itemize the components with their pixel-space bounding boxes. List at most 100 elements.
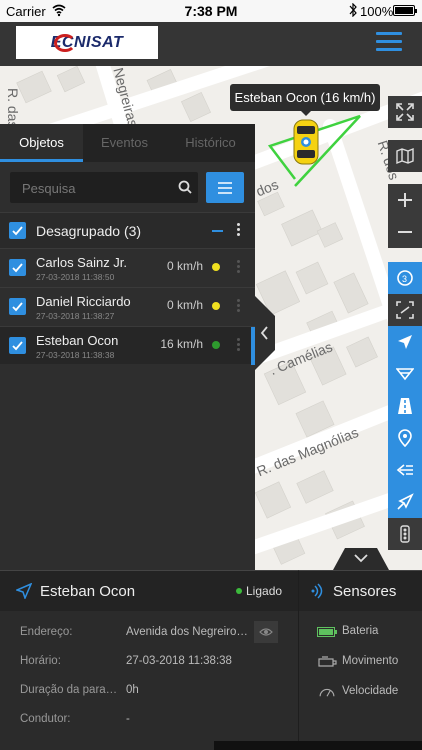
details-title: Esteban Ocon: [40, 583, 136, 600]
object-row-selected[interactable]: Esteban Ocon 27-03-2018 11:38:38 16 km/h: [0, 326, 255, 365]
list-icon: [218, 181, 232, 194]
tab-historico[interactable]: Histórico: [166, 124, 255, 162]
detail-label: Condutor:: [20, 713, 71, 725]
online-dot: [236, 588, 242, 594]
zoom-out-icon: [398, 231, 412, 233]
toggle-details-button[interactable]: [333, 548, 389, 570]
road-button[interactable]: [388, 390, 422, 422]
menu-button[interactable]: [376, 32, 402, 56]
object-name: Daniel Ricciardo: [36, 294, 131, 309]
fit-screen-icon: [396, 301, 414, 319]
sensor-row-speed: Velocidade: [299, 677, 422, 707]
detail-value: Avenida dos Negreiros...: [126, 626, 250, 638]
detail-label: Endereço:: [20, 626, 73, 638]
detail-row-stop-duration: Duração da parada: 0h: [0, 676, 298, 705]
objects-panel: Objetos Eventos Histórico Desagrupado (3…: [0, 124, 255, 570]
bottom-edge-bar: [214, 741, 422, 750]
fullscreen-icon: [396, 103, 414, 121]
object-more-icon[interactable]: [237, 260, 241, 276]
speed-icon: 3: [397, 270, 413, 286]
object-row[interactable]: Daniel Ricciardo 27-03-2018 11:38:27 0 k…: [0, 287, 255, 325]
fullscreen-button[interactable]: [388, 96, 422, 128]
sensor-row-battery: Bateria: [299, 617, 422, 647]
object-name: Carlos Sainz Jr.: [36, 255, 128, 270]
zoom-in-icon: [398, 193, 412, 207]
status-bar: Carrier 7:38 PM 100%: [0, 0, 422, 22]
object-date: 27-03-2018 11:38:27: [36, 311, 115, 321]
speed-button[interactable]: 3: [388, 262, 422, 294]
group-label: Desagrupado (3): [36, 223, 142, 239]
detail-row-time: Horário: 27-03-2018 11:38:38: [0, 647, 298, 676]
check-icon: [12, 226, 23, 236]
status-dot: [212, 263, 220, 271]
bluetooth-icon: [349, 3, 357, 17]
direction-button[interactable]: [388, 486, 422, 518]
check-icon: [12, 263, 23, 273]
navigate-button[interactable]: [388, 326, 422, 358]
sensor-label: Movimento: [342, 655, 399, 667]
route-button[interactable]: [388, 358, 422, 390]
eye-icon: [259, 628, 273, 636]
history-button[interactable]: [388, 454, 422, 486]
logo-ring-icon: [54, 34, 76, 52]
clock: 7:38 PM: [184, 3, 238, 19]
direction-icon: [397, 493, 414, 510]
sensor-label: Velocidade: [342, 685, 399, 697]
object-checkbox[interactable]: [9, 337, 26, 354]
app-header: ECNISAT: [0, 22, 422, 66]
road-icon: [398, 398, 412, 414]
location-pin-icon: [398, 429, 412, 447]
object-row[interactable]: Carlos Sainz Jr. 27-03-2018 11:38:50 0 k…: [0, 248, 255, 286]
detail-label: Horário:: [20, 655, 61, 667]
object-more-icon[interactable]: [237, 299, 241, 315]
group-checkbox[interactable]: [9, 222, 26, 239]
battery-percent: 100%: [360, 4, 394, 19]
object-speed: 0 km/h: [166, 298, 203, 312]
check-icon: [12, 302, 23, 312]
collapse-panel-button[interactable]: [255, 296, 275, 370]
check-icon: [12, 341, 23, 351]
object-checkbox[interactable]: [9, 298, 26, 315]
traffic-light-icon: [400, 525, 410, 543]
company-logo: ECNISAT: [16, 26, 158, 59]
tab-eventos[interactable]: Eventos: [83, 124, 166, 162]
panel-tabs: Objetos Eventos Histórico: [0, 124, 255, 162]
history-icon: [396, 464, 413, 476]
vehicle-marker: [293, 119, 319, 165]
search-input[interactable]: [22, 178, 172, 198]
list-options-button[interactable]: [206, 172, 244, 203]
status-dot: [212, 302, 220, 310]
object-checkbox[interactable]: [9, 259, 26, 276]
group-row[interactable]: Desagrupado (3): [0, 212, 255, 248]
route-icon: [396, 368, 414, 381]
zoom-out-button[interactable]: [388, 216, 422, 248]
battery-icon: [317, 627, 337, 637]
detail-value: 27-03-2018 11:38:38: [126, 655, 232, 667]
tab-objetos[interactable]: Objetos: [0, 124, 83, 162]
status-dot: [212, 341, 220, 349]
detail-row-driver: Condutor: -: [0, 705, 298, 734]
group-more-icon[interactable]: [237, 223, 241, 239]
fit-screen-button[interactable]: [388, 294, 422, 326]
map-layers-button[interactable]: [388, 140, 422, 172]
location-button[interactable]: [388, 422, 422, 454]
details-header: Esteban Ocon Ligado: [0, 571, 298, 611]
show-address-button[interactable]: [254, 621, 278, 643]
sensor-signal-icon: [311, 583, 323, 599]
object-more-icon[interactable]: [237, 338, 241, 354]
map-layers-icon: [396, 147, 414, 165]
traffic-light-button[interactable]: [388, 518, 422, 550]
search-icon[interactable]: [178, 180, 192, 194]
navigation-arrow-icon: [16, 583, 32, 599]
zoom-in-button[interactable]: [388, 184, 422, 216]
detail-row-address: Endereço: Avenida dos Negreiros...: [0, 618, 298, 647]
sensor-label: Bateria: [342, 625, 379, 637]
svg-text:3: 3: [402, 274, 407, 284]
collapse-group-button[interactable]: [212, 230, 223, 232]
object-speed: 16 km/h: [160, 337, 203, 351]
status-label: Ligado: [246, 584, 283, 598]
sensors-header: Sensores: [299, 571, 422, 611]
navigate-icon: [398, 335, 412, 349]
sensor-row-movement: Movimento: [299, 647, 422, 677]
object-name: Esteban Ocon: [36, 333, 119, 348]
